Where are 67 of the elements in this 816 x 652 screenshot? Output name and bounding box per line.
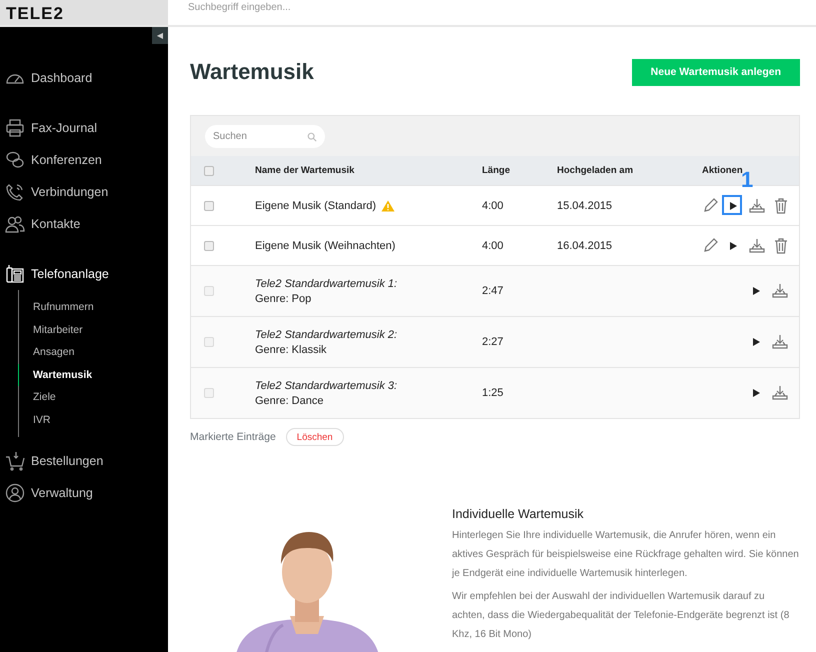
- checkbox[interactable]: [204, 337, 214, 347]
- section-title: Individuelle Wartemusik: [452, 507, 585, 521]
- nav-item[interactable]: Bestellungen: [0, 445, 168, 477]
- table-cell: 2:27: [482, 336, 504, 348]
- checkbox[interactable]: [204, 200, 214, 210]
- submenu-item[interactable]: IVR: [18, 408, 168, 431]
- collapse-button[interactable]: ◀: [152, 27, 168, 44]
- search-field[interactable]: Suchen: [205, 124, 325, 148]
- people-icon: [5, 214, 25, 234]
- highlight-frame: [722, 194, 742, 214]
- phone-icon: [5, 182, 25, 202]
- genre-label: Genre: Dance: [255, 394, 324, 406]
- track-name: Eigene Musik (Weihnachten): [255, 240, 396, 252]
- track-name: Tele2 Standardwartemusik 3:: [255, 380, 398, 392]
- column-header: Aktionen: [702, 165, 743, 176]
- download-icon[interactable]: [771, 385, 789, 401]
- description-text: Hinterlegen Sie Ihre individuelle Wartemusik, die Anrufer hören, wenn ein aktives Gespräch für beispielsweise eine Rückfrage gehalten wird. Sie können je Endgerät eine individuelle Wartemusik hinterlegen.: [452, 529, 800, 581]
- column-header: Hochgeladen am: [557, 165, 634, 176]
- checkbox[interactable]: [204, 286, 214, 296]
- download-icon[interactable]: [748, 238, 766, 254]
- submenu-item[interactable]: Rufnummern: [18, 296, 168, 318]
- nav-item[interactable]: Verbindungen: [0, 176, 168, 208]
- checkbox[interactable]: [204, 166, 214, 176]
- trash-icon[interactable]: [773, 238, 789, 254]
- table-cell: 1:25: [482, 387, 504, 399]
- table-cell: 4:00: [482, 200, 504, 212]
- delete-button[interactable]: Löschen: [286, 428, 344, 446]
- track-name: Tele2 Standardwartemusik 2:: [255, 328, 398, 340]
- callout-number: 1: [741, 168, 754, 192]
- user-icon: [5, 483, 25, 503]
- table-cell: 4:00: [482, 240, 504, 252]
- nav-item[interactable]: Dashboard: [0, 62, 168, 94]
- printer-icon: [5, 118, 25, 138]
- checkbox[interactable]: [204, 388, 214, 398]
- nav-item[interactable]: Kontakte: [0, 208, 168, 240]
- table-cell: 15.04.2015: [557, 200, 612, 212]
- checkbox[interactable]: [204, 240, 214, 250]
- desk-phone-icon: [5, 264, 25, 284]
- genre-label: Genre: Klassik: [255, 344, 328, 356]
- nav-item[interactable]: Verwaltung: [0, 477, 168, 509]
- nav-item[interactable]: Konferenzen: [0, 144, 168, 176]
- page-title: Wartemusik: [190, 58, 314, 85]
- nav-item[interactable]: Fax-Journal: [0, 112, 168, 144]
- cart-icon: [5, 451, 25, 471]
- submenu-item[interactable]: Ziele: [18, 386, 168, 408]
- download-icon[interactable]: [748, 198, 766, 214]
- submenu-item[interactable]: Wartemusik: [18, 364, 168, 386]
- submenu-item[interactable]: Mitarbeiter: [18, 318, 168, 341]
- track-name: Tele2 Standardwartemusik 1:: [255, 278, 398, 290]
- pencil-icon[interactable]: [702, 238, 718, 254]
- bulk-label: Markierte Einträge: [190, 431, 276, 443]
- table-cell: 2:47: [482, 285, 504, 297]
- search-icon: [307, 132, 317, 142]
- submenu-item[interactable]: Ansagen: [18, 341, 168, 364]
- genre-label: Genre: Pop: [255, 292, 312, 304]
- description-text: Wir empfehlen bei der Auswahl der individuellen Wartemusik darauf zu achten, dass die Wiedergabequalität der Telefonie-Endgeräte begrenzt ist (8 Khz, 16 Bit Mono): [452, 590, 790, 642]
- track-name: Eigene Musik (Standard): [255, 200, 376, 212]
- nav-item[interactable]: Telefonanlage: [0, 258, 168, 290]
- trash-icon[interactable]: [773, 198, 789, 214]
- table-cell: 16.04.2015: [557, 240, 612, 252]
- download-icon[interactable]: [771, 283, 789, 299]
- download-icon[interactable]: [771, 334, 789, 350]
- column-header: Name der Wartemusik: [255, 165, 354, 176]
- logo[interactable]: TELE2: [6, 5, 64, 23]
- pencil-icon[interactable]: [702, 198, 718, 214]
- column-header: Länge: [482, 165, 510, 176]
- chat-icon: [5, 150, 25, 170]
